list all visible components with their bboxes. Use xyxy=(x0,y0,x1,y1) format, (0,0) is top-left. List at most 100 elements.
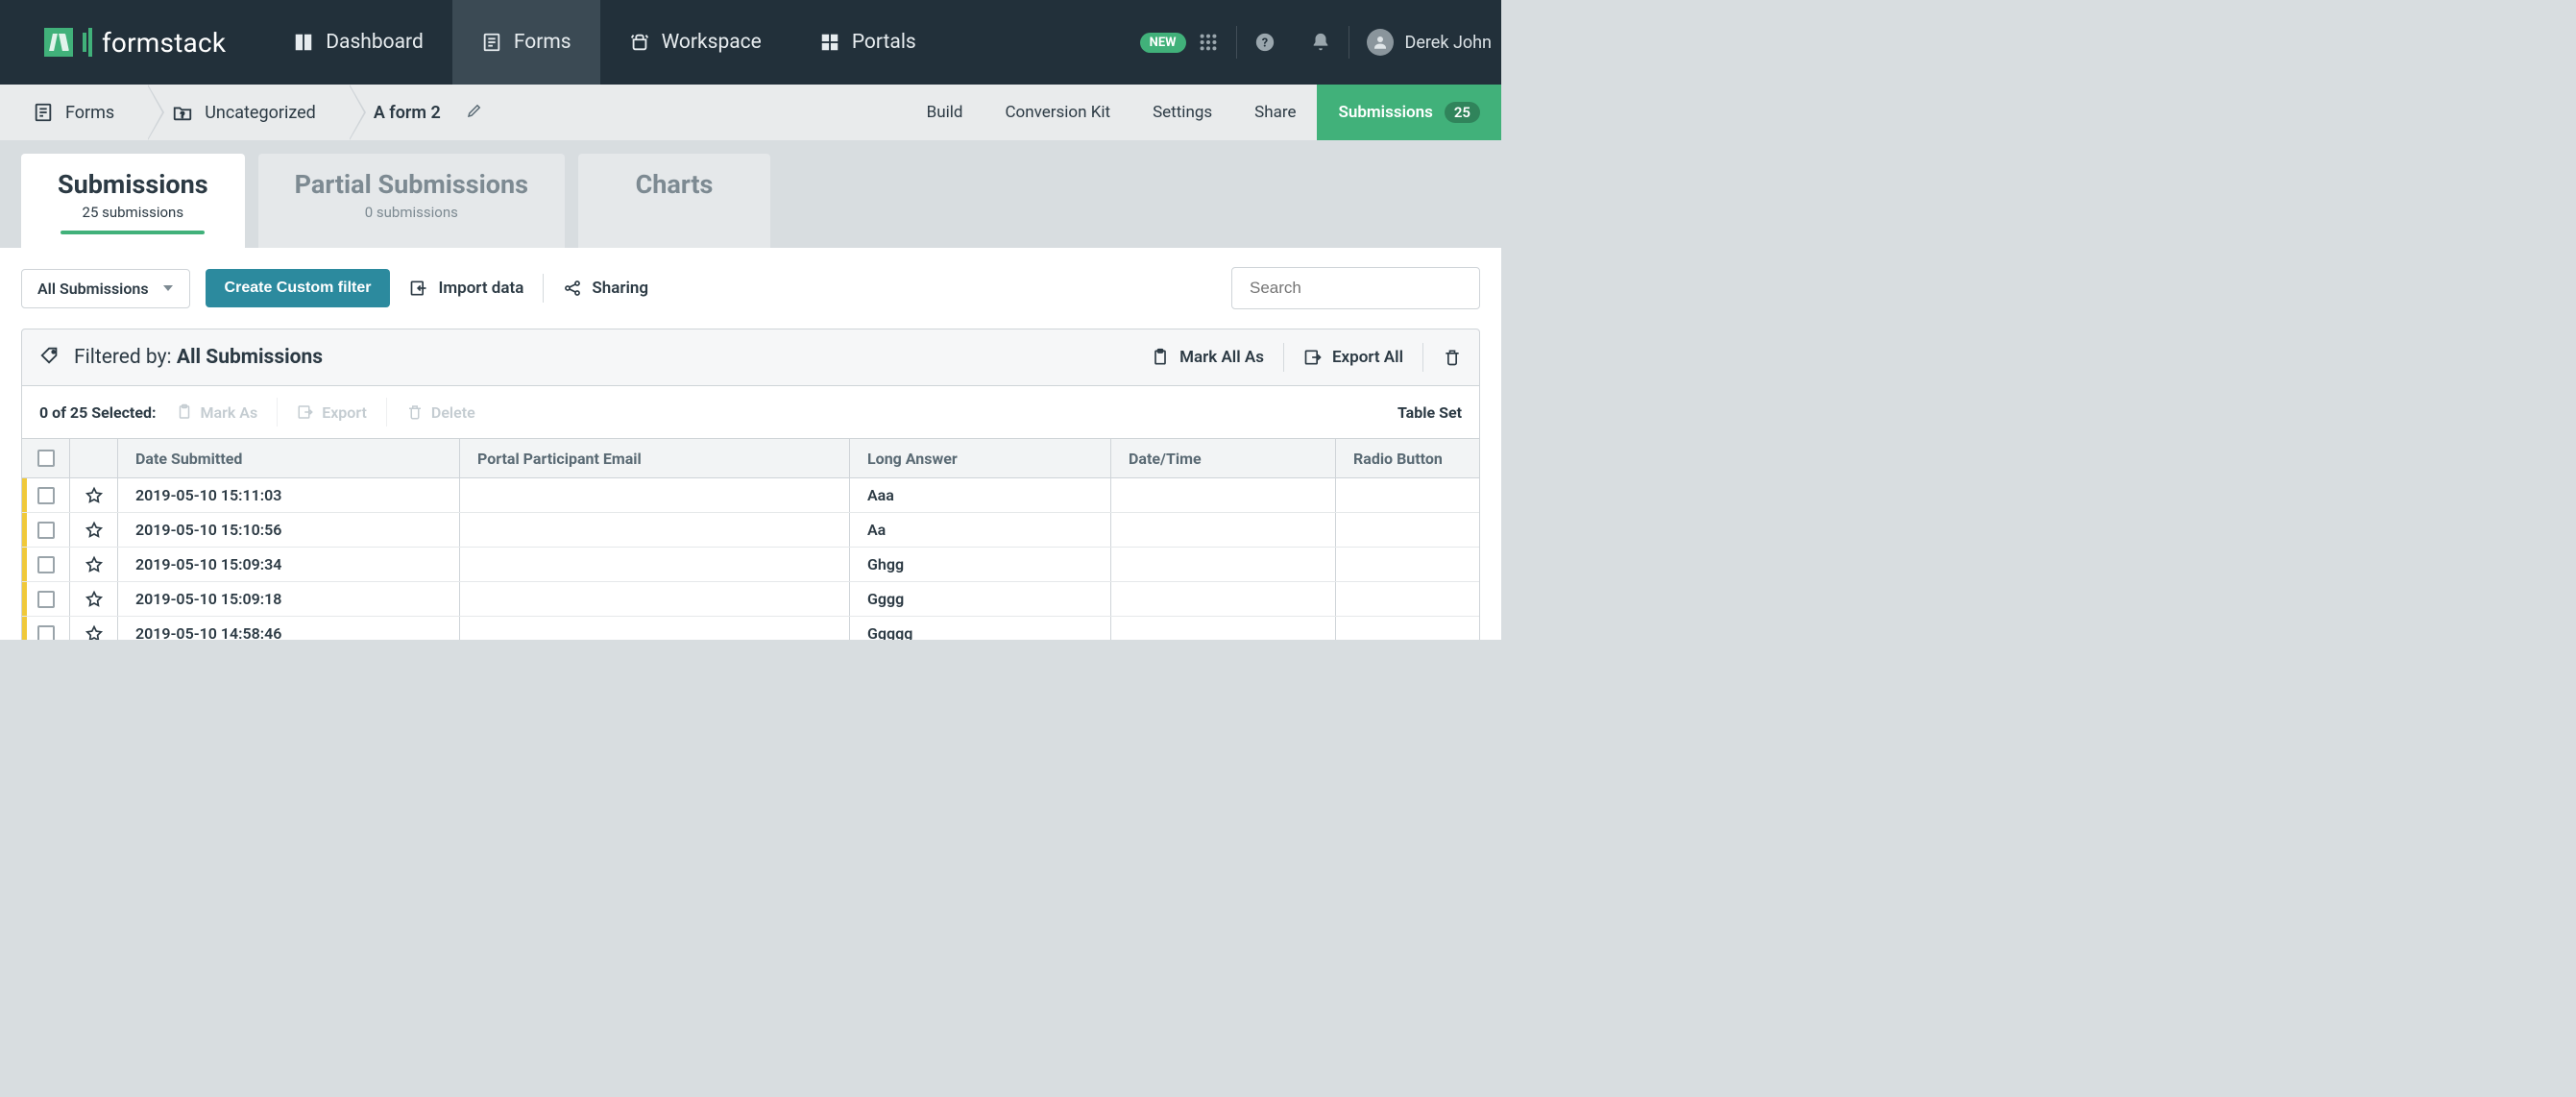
search-input[interactable] xyxy=(1248,278,1464,299)
row-star-cell[interactable] xyxy=(70,582,118,616)
nav-workspace-label: Workspace xyxy=(662,31,762,54)
cell-radio-button xyxy=(1336,617,1501,640)
nav-forms-label: Forms xyxy=(514,31,571,54)
cell-radio-button xyxy=(1336,548,1501,581)
sel-separator xyxy=(386,398,387,427)
nav-dashboard-label: Dashboard xyxy=(326,31,424,54)
delete-all-button[interactable] xyxy=(1443,348,1462,367)
nav-workspace[interactable]: Workspace xyxy=(600,0,790,85)
nav-dashboard[interactable]: Dashboard xyxy=(264,0,452,85)
subnav-build[interactable]: Build xyxy=(906,85,984,140)
filter-separator xyxy=(1283,343,1284,372)
help-icon: ? xyxy=(1254,32,1276,53)
row-checkbox[interactable] xyxy=(37,487,55,504)
svg-text:?: ? xyxy=(1261,37,1267,51)
select-all-header xyxy=(22,439,70,477)
col-long-answer[interactable]: Long Answer xyxy=(850,439,1111,477)
table-row[interactable]: 2019-05-10 15:09:18Gggg xyxy=(22,582,1479,617)
tab-charts[interactable]: Charts xyxy=(578,154,770,248)
star-header xyxy=(70,439,118,477)
nav-forms[interactable]: Forms xyxy=(452,0,600,85)
cell-radio-button xyxy=(1336,478,1501,512)
cell-date-time xyxy=(1111,548,1336,581)
cell-date-submitted: 2019-05-10 15:09:34 xyxy=(118,548,460,581)
star-icon xyxy=(85,486,104,505)
row-star-cell[interactable] xyxy=(70,513,118,547)
nav-right: NEW ? Derek John xyxy=(1140,0,1501,85)
help-button[interactable]: ? xyxy=(1237,0,1293,85)
table-row[interactable]: 2019-05-10 15:10:56Aa xyxy=(22,513,1479,548)
user-menu[interactable]: Derek John xyxy=(1349,29,1492,56)
workspace-icon xyxy=(629,32,650,53)
row-checkbox[interactable] xyxy=(37,556,55,573)
table-row[interactable]: 2019-05-10 15:11:03Aaa xyxy=(22,478,1479,513)
export-all-label: Export All xyxy=(1332,348,1403,367)
export-icon xyxy=(1303,348,1323,367)
nav-portals[interactable]: Portals xyxy=(790,0,945,85)
row-star-cell[interactable] xyxy=(70,617,118,640)
table-header-row: Date Submitted Portal Participant Email … xyxy=(22,438,1479,478)
sel-separator xyxy=(277,398,278,427)
row-star-cell[interactable] xyxy=(70,478,118,512)
mark-all-as-label: Mark All As xyxy=(1179,348,1264,367)
submissions-count-pill: 25 xyxy=(1445,102,1480,123)
logo[interactable]: formstack xyxy=(0,0,264,85)
table-body: 2019-05-10 15:11:03Aaa2019-05-10 15:10:5… xyxy=(22,478,1479,640)
row-checkbox-cell xyxy=(22,617,70,640)
select-all-checkbox[interactable] xyxy=(37,450,55,467)
search-box[interactable] xyxy=(1231,267,1480,309)
col-portal-email[interactable]: Portal Participant Email xyxy=(460,439,850,477)
cell-date-time xyxy=(1111,478,1336,512)
forms-icon xyxy=(481,32,502,53)
subnav-conversion-kit[interactable]: Conversion Kit xyxy=(984,85,1131,140)
portals-icon xyxy=(819,32,840,53)
table-row[interactable]: 2019-05-10 15:09:34Ghgg xyxy=(22,548,1479,582)
import-data-button[interactable]: Import data xyxy=(405,279,527,298)
apps-button[interactable] xyxy=(1180,0,1236,85)
subnav-conversion-kit-label: Conversion Kit xyxy=(1005,103,1110,122)
notifications-button[interactable] xyxy=(1293,0,1349,85)
filter-bar: Filtered by: All Submissions Mark All As… xyxy=(21,329,1480,386)
subnav-submissions[interactable]: Submissions 25 xyxy=(1317,85,1501,140)
col-date-submitted[interactable]: Date Submitted xyxy=(118,439,460,477)
subnav-build-label: Build xyxy=(927,103,963,122)
breadcrumb-folder[interactable]: ? Uncategorized xyxy=(147,85,349,140)
tab-partial-title: Partial Submissions xyxy=(295,169,528,200)
create-custom-filter-button[interactable]: Create Custom filter xyxy=(206,269,391,307)
subnav-share[interactable]: Share xyxy=(1233,85,1317,140)
toolbar-separator xyxy=(543,274,544,303)
tabs: Submissions 25 submissions Partial Submi… xyxy=(0,140,1501,248)
filter-dropdown[interactable]: All Submissions xyxy=(21,269,190,308)
row-checkbox[interactable] xyxy=(37,625,55,641)
col-radio-button[interactable]: Radio Button xyxy=(1336,439,1501,477)
selection-bar: 0 of 25 Selected: Mark As Export Delete … xyxy=(21,386,1480,438)
table-settings-button[interactable]: Table Set xyxy=(1397,403,1462,422)
breadcrumb-forms[interactable]: Forms xyxy=(0,85,147,140)
breadcrumb-form: A form 2 xyxy=(349,85,516,140)
row-star-cell[interactable] xyxy=(70,548,118,581)
filter-label: Filtered by: All Submissions xyxy=(74,346,323,369)
tab-submissions[interactable]: Submissions 25 submissions xyxy=(21,154,245,248)
row-checkbox-cell xyxy=(22,513,70,547)
import-icon xyxy=(409,279,428,298)
row-checkbox-cell xyxy=(22,478,70,512)
row-checkbox[interactable] xyxy=(37,591,55,608)
export-all-button[interactable]: Export All xyxy=(1303,348,1403,367)
mark-all-as-button[interactable]: Mark All As xyxy=(1151,348,1264,367)
col-date-time[interactable]: Date/Time xyxy=(1111,439,1336,477)
breadcrumb-form-name: A form 2 xyxy=(374,103,441,123)
sharing-button[interactable]: Sharing xyxy=(559,279,652,298)
edit-form-name-button[interactable] xyxy=(466,102,483,124)
share-icon xyxy=(563,279,582,298)
table-row[interactable]: 2019-05-10 14:58:46Ggggg xyxy=(22,617,1479,640)
filter-prefix: Filtered by: xyxy=(74,346,177,369)
user-name: Derek John xyxy=(1405,33,1492,53)
row-checkbox[interactable] xyxy=(37,522,55,539)
star-icon xyxy=(85,555,104,574)
delete-label: Delete xyxy=(431,403,475,422)
tab-charts-title: Charts xyxy=(615,169,734,200)
tab-submissions-sub: 25 submissions xyxy=(58,204,208,221)
tab-partial-submissions[interactable]: Partial Submissions 0 submissions xyxy=(258,154,565,248)
subnav-right: Build Conversion Kit Settings Share Subm… xyxy=(906,85,1501,140)
subnav-settings[interactable]: Settings xyxy=(1131,85,1233,140)
